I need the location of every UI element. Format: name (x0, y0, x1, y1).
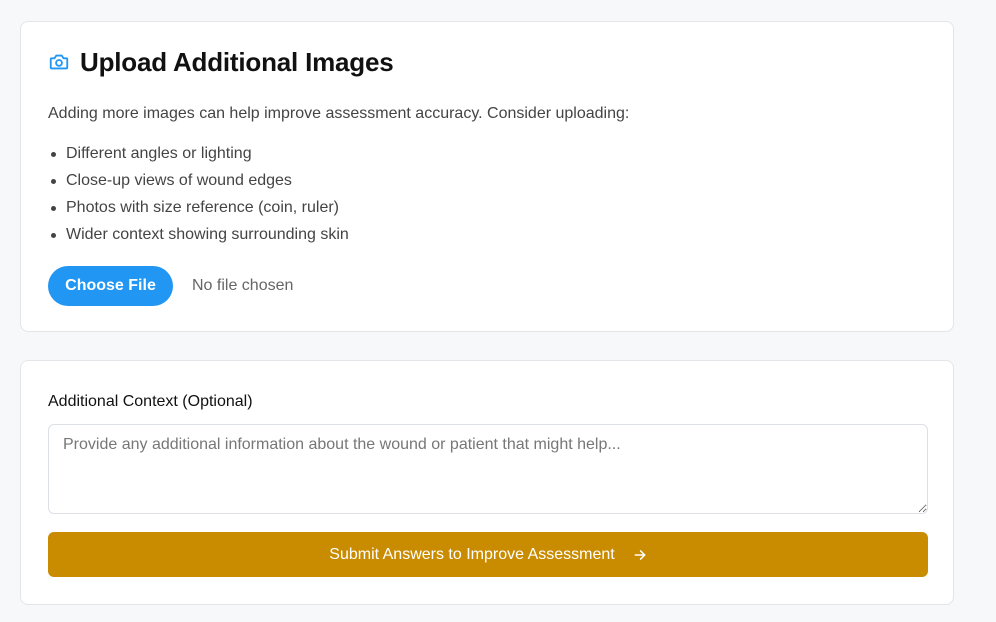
context-textarea[interactable] (48, 424, 928, 514)
intro-text: Adding more images can help improve asse… (48, 105, 630, 122)
list-item: Wider context showing surrounding skin (48, 225, 349, 252)
camera-icon (48, 51, 70, 73)
upload-images-card: Upload Additional Images Adding more ima… (20, 21, 954, 332)
file-input: Choose File No file chosen (48, 266, 293, 306)
list-item: Close-up views of wound edges (48, 171, 349, 198)
context-label: Additional Context (Optional) (48, 393, 253, 410)
tips-list: Different angles or lighting Close-up vi… (48, 144, 349, 252)
file-status: No file chosen (192, 277, 294, 294)
additional-context-card: Additional Context (Optional) Submit Ans… (20, 360, 954, 605)
page-title: Upload Additional Images (80, 47, 394, 77)
arrow-right-icon (633, 548, 647, 562)
upload-header: Upload Additional Images (48, 46, 394, 78)
list-item: Photos with size reference (coin, ruler) (48, 198, 349, 225)
list-item: Different angles or lighting (48, 144, 349, 171)
submit-answers-button[interactable]: Submit Answers to Improve Assessment (48, 532, 928, 577)
submit-label: Submit Answers to Improve Assessment (329, 545, 615, 563)
choose-file-button[interactable]: Choose File (48, 266, 173, 306)
